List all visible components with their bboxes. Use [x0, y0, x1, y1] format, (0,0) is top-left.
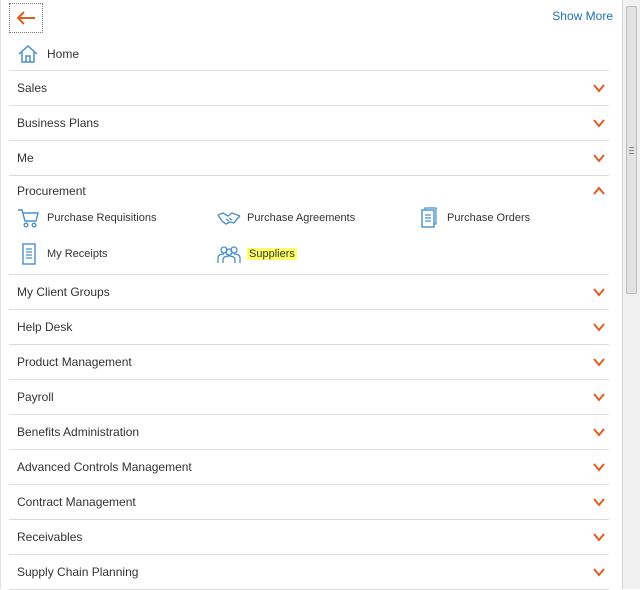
- chevron-down-icon: [593, 358, 605, 367]
- back-button[interactable]: [9, 3, 43, 33]
- home-icon: [18, 44, 38, 63]
- nav-group-me[interactable]: Me: [9, 141, 609, 176]
- nav-group-benefits-administration[interactable]: Benefits Administration: [9, 415, 609, 450]
- grip-line: [629, 147, 634, 148]
- chevron-down-icon: [593, 568, 605, 577]
- shopping-cart-icon: [18, 209, 39, 228]
- show-more-link[interactable]: Show More: [552, 9, 613, 23]
- handshake-icon: [217, 212, 241, 225]
- receipt-icon: [22, 243, 36, 265]
- task-label: Suppliers: [247, 248, 297, 260]
- chevron-down-icon: [593, 84, 605, 93]
- vertical-scrollbar[interactable]: [622, 0, 640, 589]
- navigator-panel: Show More Home Sales Business Plans Me P…: [0, 0, 623, 590]
- nav-group-label: Help Desk: [17, 320, 73, 334]
- nav-group-contract-management[interactable]: Contract Management: [9, 485, 609, 520]
- nav-group-label: Receivables: [17, 530, 83, 544]
- task-label: My Receipts: [47, 248, 108, 260]
- scrollbar-thumb[interactable]: [626, 6, 637, 294]
- chevron-down-icon: [593, 533, 605, 542]
- nav-group-product-management[interactable]: Product Management: [9, 345, 609, 380]
- nav-group-label: Contract Management: [17, 495, 136, 509]
- task-purchase-requisitions[interactable]: Purchase Requisitions: [17, 207, 156, 229]
- nav-group-label: Business Plans: [17, 116, 100, 130]
- chevron-up-icon: [593, 186, 605, 195]
- nav-group-supply-chain-planning[interactable]: Supply Chain Planning: [9, 555, 609, 590]
- grip-line: [629, 153, 634, 154]
- suppliers-group-icon: [217, 246, 241, 263]
- task-label: Purchase Agreements: [247, 212, 356, 224]
- nav-group-label: Payroll: [17, 390, 54, 404]
- nav-group-sales[interactable]: Sales: [9, 71, 609, 106]
- grip-line: [629, 150, 634, 151]
- nav-group-receivables[interactable]: Receivables: [9, 520, 609, 555]
- task-my-receipts[interactable]: My Receipts: [17, 243, 108, 265]
- chevron-down-icon: [593, 323, 605, 332]
- chevron-down-icon: [593, 498, 605, 507]
- nav-group-advanced-controls-management[interactable]: Advanced Controls Management: [9, 450, 609, 485]
- nav-group-business-plans[interactable]: Business Plans: [9, 106, 609, 141]
- chevron-down-icon: [593, 119, 605, 128]
- nav-group-procurement[interactable]: Procurement: [9, 176, 609, 206]
- nav-group-help-desk[interactable]: Help Desk: [9, 310, 609, 345]
- chevron-down-icon: [593, 463, 605, 472]
- nav-group-procurement-expanded: Procurement Purchase Requisitions Purcha…: [9, 176, 609, 275]
- chevron-down-icon: [593, 154, 605, 163]
- chevron-down-icon: [593, 428, 605, 437]
- task-purchase-agreements[interactable]: Purchase Agreements: [217, 207, 355, 229]
- home-label: Home: [47, 47, 80, 61]
- chevron-down-icon: [593, 288, 605, 297]
- nav-group-label: Advanced Controls Management: [17, 460, 192, 474]
- nav-group-label: Product Management: [17, 355, 132, 369]
- nav-group-label: Benefits Administration: [17, 425, 140, 439]
- nav-group-payroll[interactable]: Payroll: [9, 380, 609, 415]
- arrow-left-icon: [16, 11, 35, 25]
- nav-group-label: Procurement: [17, 184, 86, 198]
- task-suppliers[interactable]: Suppliers: [217, 243, 297, 265]
- navigator-header: Show More: [1, 0, 623, 38]
- chevron-down-icon: [593, 393, 605, 402]
- nav-group-my-client-groups[interactable]: My Client Groups: [9, 275, 609, 310]
- nav-group-label: Me: [17, 151, 34, 165]
- nav-group-label: Supply Chain Planning: [17, 565, 139, 579]
- home-link[interactable]: Home: [9, 38, 609, 71]
- navigator-groups: Sales Business Plans Me Procurement Purc…: [9, 71, 609, 590]
- document-icon: [421, 207, 437, 228]
- nav-group-label: Sales: [17, 81, 48, 95]
- task-label: Purchase Orders: [447, 212, 531, 224]
- task-label: Purchase Requisitions: [47, 212, 157, 224]
- nav-group-label: My Client Groups: [17, 285, 110, 299]
- task-purchase-orders[interactable]: Purchase Orders: [417, 207, 530, 229]
